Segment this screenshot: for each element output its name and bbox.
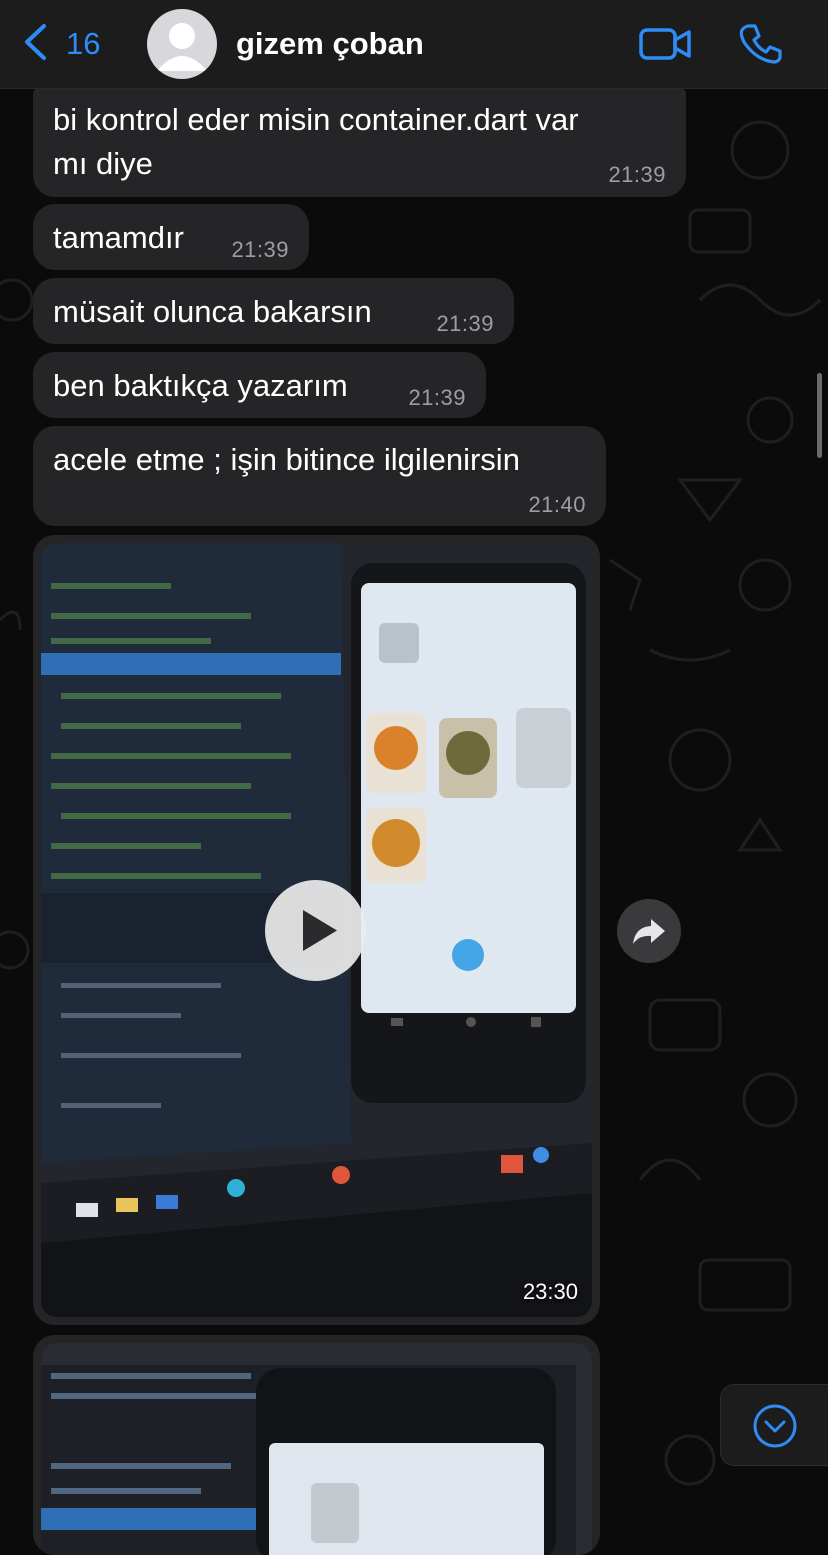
forward-button[interactable] (617, 899, 681, 963)
back-button[interactable]: 16 (22, 23, 101, 66)
phone-icon (738, 24, 782, 70)
video-message-bubble[interactable] (33, 1335, 600, 1555)
message-bubble-received[interactable]: müsait olunca bakarsın 21:39 (33, 278, 514, 344)
unread-chats-count: 16 (66, 26, 101, 61)
scroll-indicator[interactable] (817, 373, 822, 458)
video-message-bubble[interactable]: 23:30 (33, 535, 600, 1325)
video-thumbnail[interactable]: 23:30 (41, 543, 592, 1317)
voice-call-button[interactable] (738, 22, 782, 66)
chevron-left-icon (22, 23, 48, 66)
video-thumbnail[interactable] (41, 1343, 592, 1555)
contact-avatar[interactable] (147, 9, 217, 79)
scroll-to-bottom-button[interactable] (720, 1384, 828, 1466)
video-call-button[interactable] (638, 24, 692, 64)
message-time: 21:39 (231, 237, 289, 262)
message-text: müsait olunca bakarsın (53, 294, 372, 329)
message-time: 21:39 (408, 385, 466, 410)
message-text: mı diye (53, 146, 153, 181)
message-bubble-received[interactable]: ben baktıkça yazarım 21:39 (33, 352, 486, 418)
message-time: 21:39 (436, 311, 494, 336)
message-text: tamamdır (53, 220, 184, 255)
video-message-time: 23:30 (522, 1279, 578, 1304)
contact-name[interactable]: gizem çoban (236, 26, 424, 62)
message-text: ben baktıkça yazarım (53, 368, 348, 403)
message-bubble-received[interactable]: tamamdır 21:39 (33, 204, 309, 270)
forward-arrow-icon (617, 919, 681, 967)
message-text: acele etme ; işin bitince ilgilenirsin (53, 442, 520, 477)
chat-header: 16 gizem çoban (0, 0, 828, 89)
video-camera-icon (638, 28, 692, 68)
message-bubble-received[interactable]: bi kontrol eder misin container.dart var… (33, 88, 686, 197)
message-text: bi kontrol eder misin container.dart var (53, 102, 579, 137)
message-time: 21:39 (608, 162, 666, 187)
message-bubble-received[interactable]: acele etme ; işin bitince ilgilenirsin 2… (33, 426, 606, 526)
message-time: 21:40 (528, 492, 586, 517)
play-icon (265, 910, 366, 985)
play-button[interactable] (265, 880, 366, 981)
